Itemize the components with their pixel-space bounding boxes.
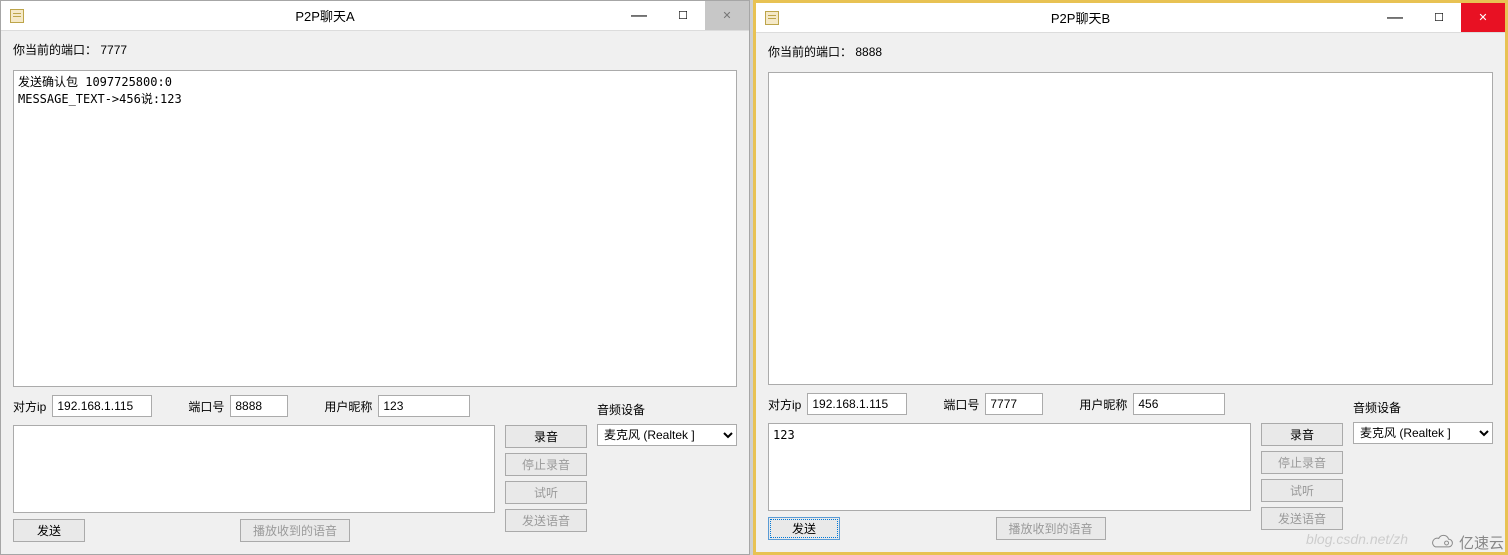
titlebar-b: P2P聊天B — ☐ ✕ xyxy=(756,3,1505,33)
play-received-voice-button[interactable]: 播放收到的语音 xyxy=(240,519,350,542)
current-port-value: 7777 xyxy=(100,43,127,57)
nickname-input[interactable] xyxy=(378,395,470,417)
current-port-line: 你当前的端口： 7777 xyxy=(13,39,737,62)
nickname-input[interactable] xyxy=(1133,393,1225,415)
current-port-value: 8888 xyxy=(855,45,882,59)
peer-ip-label: 对方ip xyxy=(13,398,46,415)
window-title: P2P聊天A xyxy=(33,6,617,25)
record-button[interactable]: 录音 xyxy=(505,425,587,448)
close-button[interactable]: ✕ xyxy=(1461,3,1505,32)
peer-port-label: 端口号 xyxy=(943,396,979,413)
preview-button[interactable]: 试听 xyxy=(1261,479,1343,502)
window-b: P2P聊天B — ☐ ✕ 你当前的端口： 8888 对方ip 端口号 用户昵称 xyxy=(753,0,1508,555)
log-textarea[interactable] xyxy=(768,72,1493,385)
peer-port-input[interactable] xyxy=(985,393,1043,415)
current-port-label: 你当前的端口： xyxy=(768,45,852,59)
message-input[interactable] xyxy=(768,423,1251,511)
minimize-button[interactable]: — xyxy=(1373,3,1417,32)
nickname-label: 用户昵称 xyxy=(324,398,372,415)
play-received-voice-button[interactable]: 播放收到的语音 xyxy=(996,517,1106,540)
preview-button[interactable]: 试听 xyxy=(505,481,587,504)
stop-record-button[interactable]: 停止录音 xyxy=(505,453,587,476)
peer-port-label: 端口号 xyxy=(188,398,224,415)
titlebar-a: P2P聊天A — ☐ ✕ xyxy=(1,1,749,31)
audio-device-label: 音频设备 xyxy=(1353,399,1493,416)
message-input[interactable] xyxy=(13,425,495,513)
audio-device-select[interactable]: 麦克风 (Realtek ] xyxy=(597,424,737,446)
app-icon xyxy=(762,8,782,28)
send-voice-button[interactable]: 发送语音 xyxy=(1261,507,1343,530)
audio-device-label: 音频设备 xyxy=(597,401,737,418)
record-button[interactable]: 录音 xyxy=(1261,423,1343,446)
peer-ip-label: 对方ip xyxy=(768,396,801,413)
current-port-line: 你当前的端口： 8888 xyxy=(768,41,1493,64)
maximize-button[interactable]: ☐ xyxy=(661,1,705,30)
audio-device-select[interactable]: 麦克风 (Realtek ] xyxy=(1353,422,1493,444)
log-textarea[interactable]: 发送确认包 1097725800:0 MESSAGE_TEXT->456说:12… xyxy=(13,70,737,387)
stop-record-button[interactable]: 停止录音 xyxy=(1261,451,1343,474)
window-title: P2P聊天B xyxy=(788,8,1373,27)
minimize-button[interactable]: — xyxy=(617,1,661,30)
nickname-label: 用户昵称 xyxy=(1079,396,1127,413)
window-a: P2P聊天A — ☐ ✕ 你当前的端口： 7777 发送确认包 10977258… xyxy=(0,0,750,555)
peer-ip-input[interactable] xyxy=(807,393,907,415)
peer-ip-input[interactable] xyxy=(52,395,152,417)
peer-port-input[interactable] xyxy=(230,395,288,417)
maximize-button[interactable]: ☐ xyxy=(1417,3,1461,32)
app-icon xyxy=(7,6,27,26)
send-button[interactable]: 发送 xyxy=(13,519,85,542)
send-voice-button[interactable]: 发送语音 xyxy=(505,509,587,532)
send-button[interactable]: 发送 xyxy=(768,517,840,540)
close-button[interactable]: ✕ xyxy=(705,1,749,30)
current-port-label: 你当前的端口： xyxy=(13,43,97,57)
